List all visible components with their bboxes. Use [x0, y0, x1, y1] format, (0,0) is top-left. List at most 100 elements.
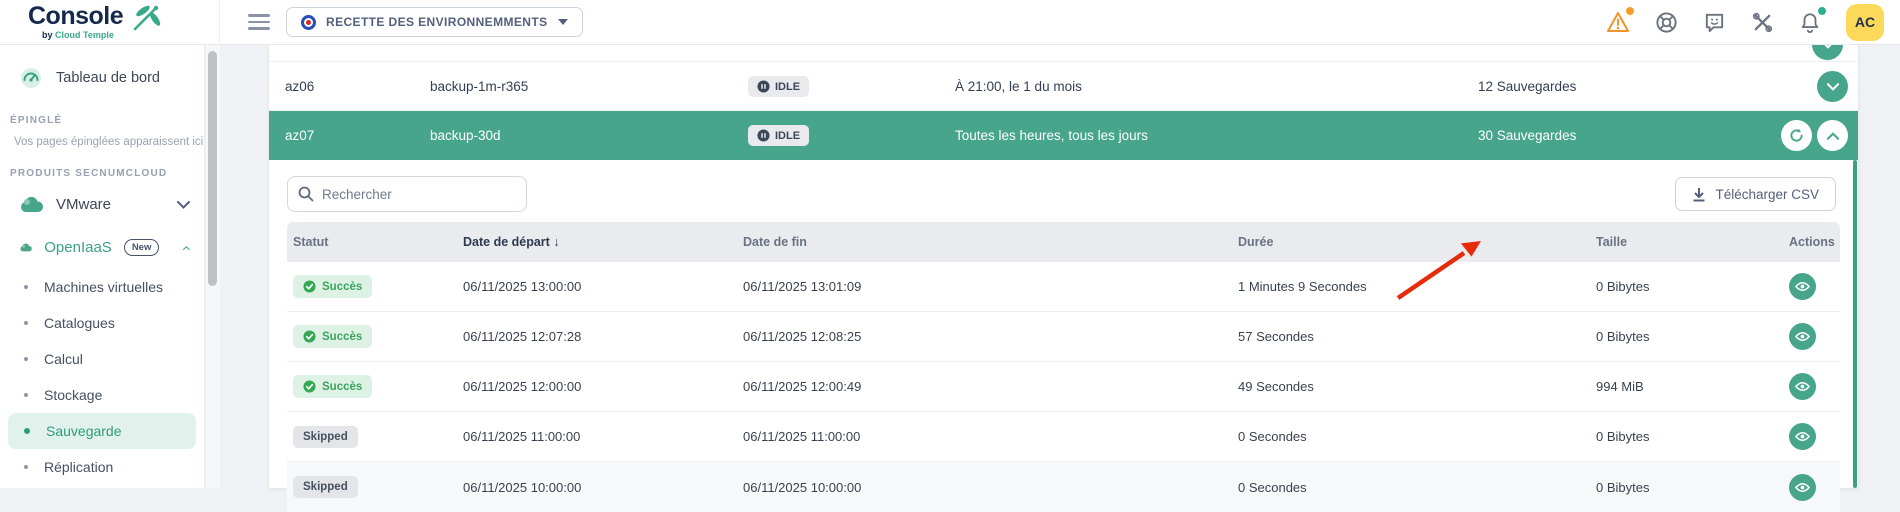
- expand-row-button[interactable]: [1817, 71, 1848, 102]
- eye-icon: [1795, 382, 1810, 391]
- environment-selector[interactable]: RECETTE DES ENVIRONNEMMENTS: [286, 7, 583, 37]
- status-badge: Succès: [293, 325, 373, 348]
- help-button[interactable]: [1654, 10, 1678, 34]
- sort-desc-icon: ↓: [553, 235, 560, 249]
- download-csv-button[interactable]: Télécharger CSV: [1675, 177, 1836, 211]
- policy-job-name: backup-1m-r365: [430, 79, 529, 94]
- view-backup-button[interactable]: [1789, 323, 1816, 350]
- policy-backup-count: 30 Sauvegardes: [1478, 128, 1577, 143]
- date-fin-cell: 06/11/2025 12:00:49: [743, 379, 862, 394]
- date-depart-cell: 06/11/2025 10:00:00: [463, 479, 582, 495]
- download-icon: [1693, 187, 1705, 201]
- logo-title: Console: [28, 2, 124, 30]
- products-section-label: PRODUITS SECNUMCLOUD: [10, 168, 168, 179]
- eye-icon: [1795, 482, 1810, 492]
- sidebar-item-label: VMware: [56, 196, 112, 213]
- check-circle-icon: [303, 330, 316, 343]
- duree-cell: 0 Secondes: [1238, 479, 1307, 495]
- pinned-section-label: ÉPINGLÉ: [10, 115, 63, 126]
- policy-backup-count: 12 Sauvegardes: [1478, 79, 1577, 94]
- top-bar: Console by Cloud Temple RECETTE DES ENVI…: [0, 0, 1900, 45]
- sidebar-item-label: Réplication: [44, 459, 114, 475]
- lifebuoy-icon: [1655, 11, 1677, 33]
- new-badge: New: [123, 239, 160, 256]
- idle-status-badge: IDLE: [748, 76, 810, 97]
- view-backup-button[interactable]: [1789, 423, 1816, 450]
- table-row: Succès 06/11/2025 12:00:00 06/11/2025 12…: [287, 362, 1840, 412]
- bullet-icon: [24, 465, 28, 469]
- sidebar-item-catalogues[interactable]: Catalogues: [0, 305, 204, 341]
- notification-dot-badge: [1818, 7, 1826, 15]
- policy-name: az07: [285, 128, 315, 143]
- sidebar-item-calcul[interactable]: Calcul: [0, 341, 204, 377]
- collapse-row-button[interactable]: [1817, 120, 1848, 151]
- chevron-up-icon: [183, 245, 190, 250]
- sidebar-item-machines-virtuelles[interactable]: Machines virtuelles: [0, 269, 204, 305]
- eye-icon: [1795, 332, 1810, 341]
- refresh-icon: [1790, 128, 1803, 142]
- policy-row-az06[interactable]: az06 backup-1m-r365 IDLE À 21:00, le 1 d…: [269, 62, 1858, 111]
- sidebar-item-label: Catalogues: [44, 315, 115, 331]
- pause-circle-icon: [757, 80, 770, 93]
- scrollbar-thumb[interactable]: [208, 51, 217, 286]
- sidebar-item-label: Calcul: [44, 351, 83, 367]
- search-input[interactable]: [322, 186, 502, 202]
- duree-cell: 49 Secondes: [1238, 379, 1314, 394]
- date-depart-cell: 06/11/2025 12:07:28: [463, 329, 582, 344]
- logo-byline-prefix: by: [42, 30, 53, 40]
- restore-button[interactable]: [1781, 120, 1812, 151]
- gauge-icon: [21, 68, 41, 88]
- duree-cell: 57 Secondes: [1238, 329, 1314, 344]
- column-header-statut[interactable]: Statut: [287, 235, 457, 249]
- tools-button[interactable]: [1750, 10, 1774, 34]
- bell-icon: [1801, 12, 1819, 33]
- taille-cell: 994 MiB: [1596, 379, 1644, 394]
- date-fin-cell: 06/11/2025 11:00:00: [743, 429, 861, 444]
- sidebar-item-sauvegarde[interactable]: Sauvegarde: [8, 413, 196, 449]
- sidebar-item-vmware[interactable]: VMware: [0, 183, 204, 226]
- bullet-icon: [24, 393, 28, 397]
- view-backup-button[interactable]: [1789, 273, 1816, 300]
- backup-policies-card: az06 backup-1m-r365 IDLE À 21:00, le 1 d…: [269, 29, 1858, 512]
- policy-row-az07-selected[interactable]: az07 backup-30d IDLE Toutes les heures, …: [269, 111, 1858, 160]
- sidebar-item-dashboard[interactable]: Tableau de bord: [0, 57, 204, 99]
- view-backup-button[interactable]: [1789, 373, 1816, 400]
- menu-toggle-button[interactable]: [248, 14, 270, 30]
- status-badge: Succès: [293, 275, 373, 298]
- dragonfly-icon: [133, 5, 161, 31]
- sidebar-item-replication[interactable]: Réplication: [0, 449, 204, 485]
- cloud-icon: [20, 196, 44, 212]
- taille-cell: 0 Bibytes: [1596, 429, 1650, 444]
- column-header-duree[interactable]: Durée: [1232, 235, 1590, 249]
- column-header-date-depart[interactable]: Date de départ ↓: [457, 235, 737, 249]
- warning-dot-badge: [1626, 7, 1634, 15]
- search-icon: [298, 186, 314, 202]
- feedback-icon: [1705, 13, 1723, 32]
- user-avatar[interactable]: AC: [1846, 3, 1884, 41]
- status-badge: Skipped: [293, 476, 358, 498]
- taille-cell: 0 Bibytes: [1596, 329, 1650, 344]
- panel-scrollbar[interactable]: [1853, 160, 1857, 488]
- table-row: Succès 06/11/2025 12:07:28 06/11/2025 12…: [287, 312, 1840, 362]
- app-logo: Console by Cloud Temple: [0, 0, 220, 44]
- pause-circle-icon: [757, 129, 770, 142]
- column-header-actions: Actions: [1789, 235, 1835, 249]
- environment-icon: [301, 14, 316, 30]
- column-header-taille[interactable]: Taille: [1590, 235, 1783, 249]
- sidebar-item-stockage[interactable]: Stockage: [0, 377, 204, 413]
- notifications-button[interactable]: [1798, 7, 1826, 34]
- duree-cell: 0 Secondes: [1238, 429, 1307, 444]
- feedback-button[interactable]: [1702, 10, 1726, 34]
- sidebar-item-openiaas[interactable]: OpenIaaS New: [0, 226, 204, 269]
- view-backup-button[interactable]: [1789, 473, 1816, 501]
- column-header-date-fin[interactable]: Date de fin: [737, 235, 1232, 249]
- table-header: Statut Date de départ ↓ Date de fin Duré…: [287, 222, 1840, 262]
- sidebar-item-label: Sauvegarde: [46, 423, 122, 439]
- date-fin-cell: 06/11/2025 10:00:00: [743, 479, 862, 495]
- table-row: Skipped 06/11/2025 10:00:00 06/11/2025 1…: [287, 462, 1840, 512]
- tools-icon: [1752, 12, 1772, 32]
- date-fin-cell: 06/11/2025 12:08:25: [743, 329, 862, 344]
- check-circle-icon: [303, 280, 316, 293]
- warning-button[interactable]: [1606, 7, 1634, 34]
- policy-row-partial: [269, 29, 1858, 62]
